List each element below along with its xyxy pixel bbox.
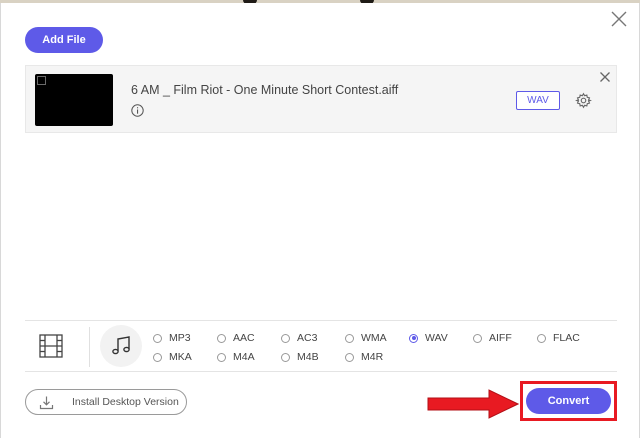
- converter-dialog: Add File 6 AM _ Film Riot - One Minute S…: [0, 3, 640, 438]
- audio-tab[interactable]: [100, 325, 142, 367]
- close-icon[interactable]: [609, 9, 629, 29]
- remove-file-icon[interactable]: [599, 71, 611, 83]
- format-label: WAV: [425, 332, 448, 344]
- convert-highlight: Convert: [520, 381, 617, 421]
- download-icon: [39, 396, 54, 409]
- format-label: M4B: [297, 351, 319, 363]
- radio-button[interactable]: [281, 333, 290, 343]
- format-option-wav[interactable]: WAV: [409, 332, 448, 344]
- format-option-wma[interactable]: WMA: [345, 332, 387, 344]
- format-label: MKA: [169, 351, 192, 363]
- file-list-item: 6 AM _ Film Riot - One Minute Short Cont…: [25, 65, 617, 133]
- format-label: M4R: [361, 351, 384, 363]
- format-label: MP3: [169, 332, 191, 344]
- radio-button-selected[interactable]: [409, 333, 418, 343]
- format-option-aac[interactable]: AAC: [217, 332, 255, 344]
- format-label: WMA: [361, 332, 387, 344]
- format-label: FLAC: [553, 332, 580, 344]
- format-selector: MP3 AAC AC3 WMA WAV AIFF FLAC MKA M4A M4…: [25, 320, 617, 372]
- format-option-m4b[interactable]: M4B: [281, 351, 319, 363]
- radio-button[interactable]: [217, 352, 226, 362]
- radio-button[interactable]: [281, 352, 290, 362]
- format-option-flac[interactable]: FLAC: [537, 332, 580, 344]
- format-label: AAC: [233, 332, 255, 344]
- format-label: AC3: [297, 332, 318, 344]
- music-note-icon: [112, 336, 130, 355]
- video-thumbnail: [35, 74, 113, 126]
- arrow-icon: [427, 389, 519, 419]
- convert-button[interactable]: Convert: [526, 388, 611, 414]
- add-file-button[interactable]: Add File: [25, 27, 103, 53]
- format-option-m4a[interactable]: M4A: [217, 351, 255, 363]
- format-option-m4r[interactable]: M4R: [345, 351, 383, 363]
- format-option-aiff[interactable]: AIFF: [473, 332, 512, 344]
- gear-icon[interactable]: [575, 92, 592, 109]
- format-label: AIFF: [489, 332, 512, 344]
- install-desktop-label: Install Desktop Version: [72, 396, 179, 408]
- broken-image-icon: [37, 76, 46, 85]
- radio-button[interactable]: [473, 333, 482, 343]
- radio-button[interactable]: [345, 352, 354, 362]
- radio-button[interactable]: [345, 333, 354, 343]
- format-option-mka[interactable]: MKA: [153, 351, 192, 363]
- film-icon[interactable]: [38, 333, 64, 359]
- output-format-badge[interactable]: WAV: [516, 91, 560, 110]
- format-option-ac3[interactable]: AC3: [281, 332, 317, 344]
- format-option-mp3[interactable]: MP3: [153, 332, 191, 344]
- radio-button[interactable]: [217, 333, 226, 343]
- tab-divider: [89, 327, 90, 367]
- format-label: M4A: [233, 351, 255, 363]
- radio-button[interactable]: [153, 352, 162, 362]
- info-icon[interactable]: [131, 104, 144, 117]
- radio-button[interactable]: [153, 333, 162, 343]
- file-name: 6 AM _ Film Riot - One Minute Short Cont…: [131, 83, 399, 97]
- radio-button[interactable]: [537, 333, 546, 343]
- install-desktop-button[interactable]: Install Desktop Version: [25, 389, 187, 415]
